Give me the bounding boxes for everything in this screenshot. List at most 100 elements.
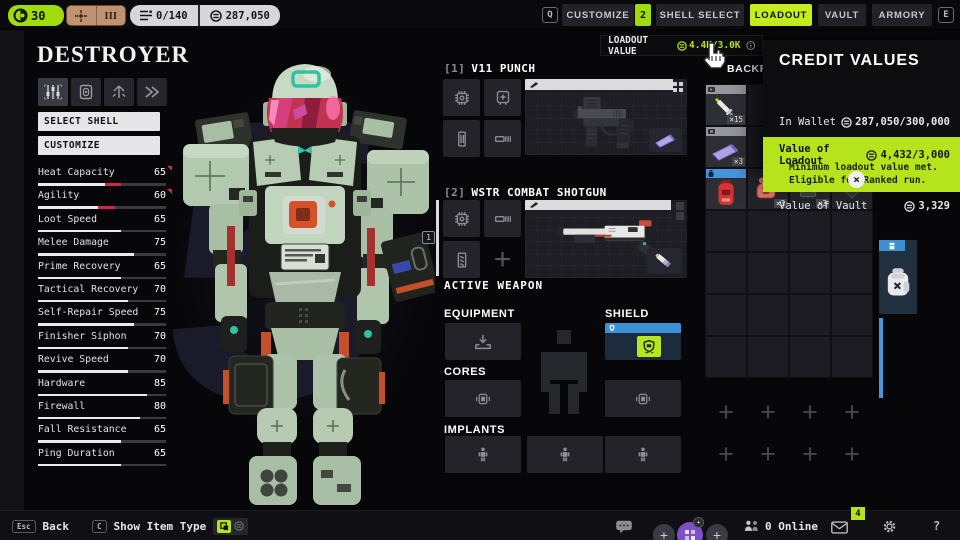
shield-slot[interactable] [605,323,681,360]
stat-self-repair-speed[interactable]: Self-Repair Speed75 [38,307,166,330]
backpack-cell[interactable] [790,295,830,335]
weapon1-mod-magazine-slot[interactable] [443,120,480,157]
weapon1-mod-chip-slot[interactable] [443,79,480,116]
player-avatar[interactable]: ✦ [677,522,703,540]
stat-agility[interactable]: Agility60 [38,190,166,213]
backpack-cell[interactable] [748,295,788,335]
backpack-item-icon [883,266,913,300]
shell-magazine-icon [451,249,473,271]
backpack-equip-slot[interactable] [879,240,917,314]
stat-ping-duration[interactable]: Ping Duration65 [38,448,166,471]
stat-revive-speed[interactable]: Revive Speed70 [38,354,166,377]
core-slot-1[interactable] [445,380,521,417]
item-type-toggle[interactable] [213,518,248,535]
backpack-item-syringe[interactable]: ×15 [706,85,746,125]
mail-icon[interactable] [831,521,848,534]
equipped-shield-item[interactable] [637,336,661,357]
backpack-cell[interactable] [748,211,788,251]
stats-list: Heat Capacity65Agility60Loot Speed65Mele… [38,167,166,471]
weapon2-mod-shells-slot[interactable] [443,241,480,278]
upgrade-view-button[interactable] [104,78,134,106]
backpack-cell[interactable] [706,295,746,335]
body-silhouette [536,328,592,432]
stat-tactical-recovery[interactable]: Tactical Recovery70 [38,284,166,307]
backpack-cell[interactable] [832,211,872,251]
add-party-member-button-2[interactable]: + [706,524,728,540]
rank-tier-pill[interactable]: III [66,5,126,26]
stat-heat-capacity[interactable]: Heat Capacity65 [38,167,166,190]
left-edge-strip [0,30,24,510]
gear-icon[interactable] [882,519,897,534]
backpack-item-magazine[interactable]: ×3 [706,127,746,167]
stat-firewall[interactable]: Firewall80 [38,401,166,424]
player-level-pill[interactable]: 30 [8,5,64,26]
wallet-counter[interactable]: 287,050 [198,5,280,26]
chat-icon[interactable] [615,520,633,534]
shell-view-button[interactable] [71,78,101,106]
stat-finisher-siphon[interactable]: Finisher Siphon70 [38,331,166,354]
stat-label: Agility [38,190,79,201]
stat-prime-recovery[interactable]: Prime Recovery65 [38,261,166,284]
next-tab-key[interactable]: E [938,7,954,23]
show-item-type-control[interactable]: C Show Item Type [92,511,248,540]
backpack-cell[interactable] [706,211,746,251]
weapon2-ammo-slot[interactable] [647,248,681,274]
backpack-cell[interactable] [748,337,788,377]
core-slot-2[interactable] [605,380,681,417]
back-control[interactable]: Esc Back [12,511,69,540]
stat-progress-bar [38,464,166,467]
people-icon [744,520,759,532]
info-icon[interactable] [746,40,755,51]
backpack-cell[interactable] [790,337,830,377]
equipment-slot[interactable] [445,323,521,360]
implant-slot-1[interactable] [445,436,521,473]
implant-slot-3[interactable] [605,436,681,473]
character-model[interactable] [165,40,435,505]
weapon1-preview[interactable] [525,79,687,155]
loadout-value-pill[interactable]: LOADOUT VALUE 4.4K/3.0K [600,35,763,56]
stat-hardware[interactable]: Hardware85 [38,378,166,401]
prev-tab-key[interactable]: Q [542,7,558,23]
item-header [706,85,746,94]
implant-slot-2[interactable] [527,436,603,473]
tab-shell-select[interactable]: SHELL SELECT [656,4,744,26]
backpack-item-med-device[interactable] [706,169,746,209]
weapon2-mod-muzzle-slot[interactable] [484,200,521,237]
skip-view-button[interactable] [137,78,167,106]
double-chevron-icon [144,85,160,99]
tab-customize[interactable]: CUSTOMIZE [562,4,634,26]
backpack-cell[interactable] [790,253,830,293]
backpack-cell[interactable] [832,253,872,293]
add-party-member-button-1[interactable]: + [653,524,675,540]
online-status[interactable]: 0 Online [744,511,818,540]
backpack-cell[interactable] [748,253,788,293]
backpack-cell[interactable] [706,337,746,377]
tab-vault[interactable]: VAULT [818,4,866,26]
backpack-cell[interactable] [832,337,872,377]
backpack-scrollbar[interactable] [879,318,883,398]
weapon1-label: [1]V11 PUNCH [444,62,535,75]
backpack-cell[interactable] [790,211,830,251]
stat-loot-speed[interactable]: Loot Speed65 [38,214,166,237]
stats-view-button[interactable] [38,78,68,106]
help-button[interactable]: ? [933,511,940,540]
customize-button[interactable]: CUSTOMIZE [38,136,160,155]
select-shell-button[interactable]: SELECT SHELL [38,112,160,131]
weapon2-preview[interactable] [525,200,687,278]
esc-key: Esc [12,520,36,533]
weapon2-mod-empty-slot[interactable]: + [484,241,521,278]
backpack-cell[interactable] [706,253,746,293]
weapon1-mod-muzzle-slot[interactable] [484,120,521,157]
character-stage: 5 [165,30,435,510]
backpack-cell[interactable] [832,295,872,335]
grid-toggle-icon[interactable] [673,82,683,92]
stat-melee-damage[interactable]: Melee Damage75 [38,237,166,260]
stat-fall-resistance[interactable]: Fall Resistance65 [38,424,166,447]
unequip-close-button[interactable]: × [848,171,865,188]
tab-armory[interactable]: ARMORY [872,4,932,26]
weapon1-mod-sight-slot[interactable] [484,79,521,116]
tab-loadout[interactable]: LOADOUT [750,4,812,26]
quest-counter[interactable]: 0/140 [130,5,198,26]
weapon1-ammo-slot[interactable] [649,128,681,152]
weapon2-mod-chip-slot[interactable] [443,200,480,237]
